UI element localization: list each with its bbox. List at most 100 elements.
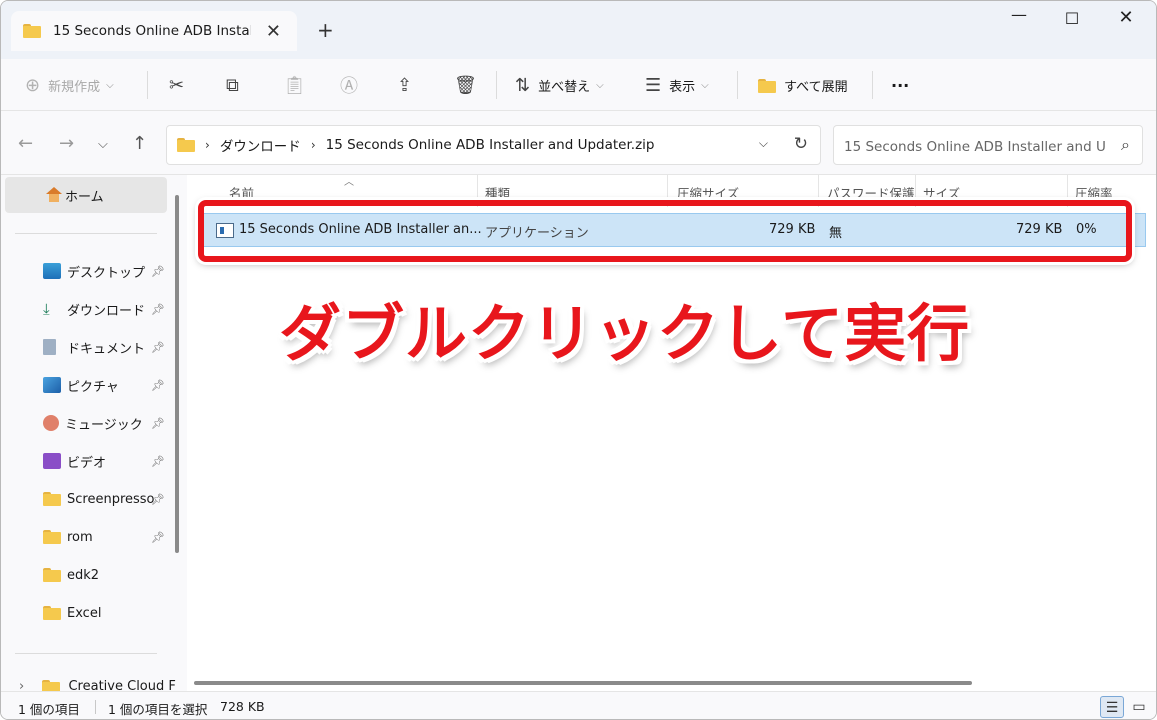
- status-bar: 1 個の項目 1 個の項目を選択 728 KB ☰ ▭: [1, 691, 1156, 719]
- divider: [15, 233, 157, 234]
- status-divider: [95, 700, 96, 714]
- sidebar-item-label: デスクトップ: [67, 265, 146, 281]
- forward-arrow-icon[interactable]: →: [59, 133, 74, 154]
- extract-folder-icon: [758, 75, 776, 96]
- pin-icon: 📌︎: [151, 454, 165, 468]
- close-icon[interactable]: ✕: [1114, 7, 1138, 28]
- share-button[interactable]: ⇪: [397, 73, 420, 97]
- pin-icon: 📌︎: [151, 530, 165, 544]
- sidebar-item-home[interactable]: ホーム: [5, 177, 167, 213]
- search-input[interactable]: 15 Seconds Online ADB Installer and Upda…: [833, 125, 1143, 165]
- paste-button[interactable]: 📋︎: [283, 73, 314, 97]
- sidebar-item-desktop[interactable]: デスクトップ 📌︎: [43, 259, 173, 283]
- sidebar-item-edk2[interactable]: edk2: [43, 563, 173, 587]
- sidebar-item-label: ドキュメント: [67, 341, 146, 357]
- file-list: ︿ 名前 種類 圧縮サイズ パスワード保護 サイズ 圧縮率 15 Seconds…: [191, 175, 1156, 691]
- view-button[interactable]: ☰ 表示 ⌵: [645, 73, 709, 97]
- tab-title: 15 Seconds Online ADB Installer and Upda…: [53, 23, 251, 39]
- sidebar-item-excel[interactable]: Excel: [43, 601, 173, 625]
- folder-icon: [43, 605, 61, 621]
- sidebar-item-label: ダウンロード: [67, 303, 146, 319]
- rename-icon: Ⓐ: [340, 76, 358, 97]
- zip-folder-icon: [177, 138, 195, 153]
- breadcrumb-chevron-icon: ›: [310, 138, 316, 152]
- folder-icon: [42, 679, 61, 691]
- document-icon: [43, 339, 56, 355]
- extract-all-label: すべて展開: [784, 79, 848, 95]
- plus-icon[interactable]: +: [317, 18, 334, 42]
- address-row: ← → ⌵ ↑ › ダウンロード › 15 Seconds Online ADB…: [1, 111, 1156, 175]
- highlight-box: [198, 200, 1132, 262]
- status-selected: 1 個の項目を選択: [108, 702, 208, 717]
- list-view-icon: ☰: [645, 74, 662, 96]
- scissors-icon: ✂: [169, 74, 185, 96]
- chevron-down-icon[interactable]: ⌵: [759, 136, 768, 151]
- delete-button[interactable]: 🗑︎: [454, 73, 485, 97]
- trash-icon: 🗑︎: [454, 74, 477, 96]
- sidebar-item-documents[interactable]: ドキュメント 📌︎: [43, 335, 173, 359]
- sidebar-item-screenpresso[interactable]: Screenpresso 📌︎: [43, 487, 173, 511]
- sort-ascending-icon: ︿: [344, 177, 354, 188]
- toolbar-divider: [737, 71, 738, 99]
- folder-icon: [43, 567, 61, 583]
- details-view-icon[interactable]: ☰: [1100, 696, 1124, 718]
- title-bar: 15 Seconds Online ADB Installer and Upda…: [1, 1, 1156, 59]
- sort-button[interactable]: ⇅ 並べ替え ⌵: [515, 73, 604, 97]
- annotation-text: ダブルクリックして実行: [279, 297, 971, 370]
- refresh-icon[interactable]: ↻: [794, 134, 808, 154]
- up-arrow-icon[interactable]: ↑: [132, 133, 147, 154]
- sidebar-item-label: Creative Cloud F: [68, 679, 176, 691]
- sidebar-item-label: ビデオ: [67, 455, 107, 471]
- sidebar-item-rom[interactable]: rom 📌︎: [43, 525, 173, 549]
- breadcrumb-zip[interactable]: 15 Seconds Online ADB Installer and Upda…: [326, 137, 655, 153]
- search-icon: ⌕: [1121, 135, 1130, 154]
- share-icon: ⇪: [397, 74, 413, 96]
- search-placeholder: 15 Seconds Online ADB Installer and Upda…: [844, 139, 1106, 155]
- cut-button[interactable]: ✂: [169, 73, 192, 97]
- sidebar-scrollbar[interactable]: [175, 195, 179, 553]
- copy-button[interactable]: ⧉: [226, 73, 247, 97]
- new-label: 新規作成: [48, 79, 101, 95]
- sidebar-item-label: ホーム: [65, 189, 104, 205]
- status-selected-size: 728 KB: [220, 699, 265, 714]
- sort-label: 並べ替え: [538, 79, 591, 95]
- sidebar-item-music[interactable]: ミュージック 📌︎: [43, 411, 173, 435]
- sidebar-item-pictures[interactable]: ピクチャ 📌︎: [43, 373, 173, 397]
- pin-icon: 📌︎: [151, 492, 165, 506]
- clipboard-icon: 📋︎: [283, 74, 306, 96]
- sidebar-item-label: ピクチャ: [67, 379, 119, 395]
- pin-icon: 📌︎: [151, 416, 165, 430]
- pin-icon: 📌︎: [151, 378, 165, 392]
- chevron-down-icon: ⌵: [106, 79, 114, 91]
- chevron-down-icon: ⌵: [701, 79, 709, 91]
- sidebar-item-videos[interactable]: ビデオ 📌︎: [43, 449, 173, 473]
- back-arrow-icon[interactable]: ←: [18, 133, 33, 154]
- recent-locations-chevron-icon[interactable]: ⌵: [98, 137, 108, 152]
- address-bar[interactable]: › ダウンロード › 15 Seconds Online ADB Install…: [166, 125, 821, 165]
- close-icon[interactable]: ✕: [266, 21, 281, 42]
- tab-current[interactable]: 15 Seconds Online ADB Installer and Upda…: [11, 11, 297, 51]
- rename-button[interactable]: Ⓐ: [340, 73, 366, 97]
- minimize-icon[interactable]: —: [1007, 5, 1031, 24]
- toolbar-divider: [872, 71, 873, 99]
- new-button[interactable]: ⊕ 新規作成 ⌵: [25, 73, 114, 97]
- sidebar-item-downloads[interactable]: ⤓ ダウンロード 📌︎: [43, 297, 173, 321]
- horizontal-scrollbar[interactable]: [194, 681, 972, 685]
- toolbar-divider: [147, 71, 148, 99]
- extract-all-button[interactable]: すべて展開: [758, 73, 848, 97]
- folder-icon: [43, 529, 61, 545]
- tiles-view-icon[interactable]: ▭: [1127, 696, 1151, 718]
- chevron-down-icon: ⌵: [596, 79, 604, 91]
- sidebar-item-label: ミュージック: [65, 417, 143, 433]
- sidebar-item-label: Screenpresso: [67, 491, 155, 507]
- music-icon: [43, 415, 59, 431]
- maximize-icon[interactable]: ☐: [1060, 9, 1084, 28]
- breadcrumb-downloads[interactable]: ダウンロード: [220, 135, 301, 155]
- more-options-button[interactable]: ...: [891, 69, 909, 93]
- sidebar-item-creative-cloud[interactable]: › Creative Cloud F: [19, 679, 176, 691]
- navigation-pane: ホーム デスクトップ 📌︎ ⤓ ダウンロード 📌︎ ドキュメント 📌︎ ピクチャ…: [1, 175, 187, 691]
- folder-icon: [43, 491, 61, 507]
- pin-icon: 📌︎: [151, 264, 165, 278]
- toolbar-divider: [496, 71, 497, 99]
- video-icon: [43, 453, 61, 469]
